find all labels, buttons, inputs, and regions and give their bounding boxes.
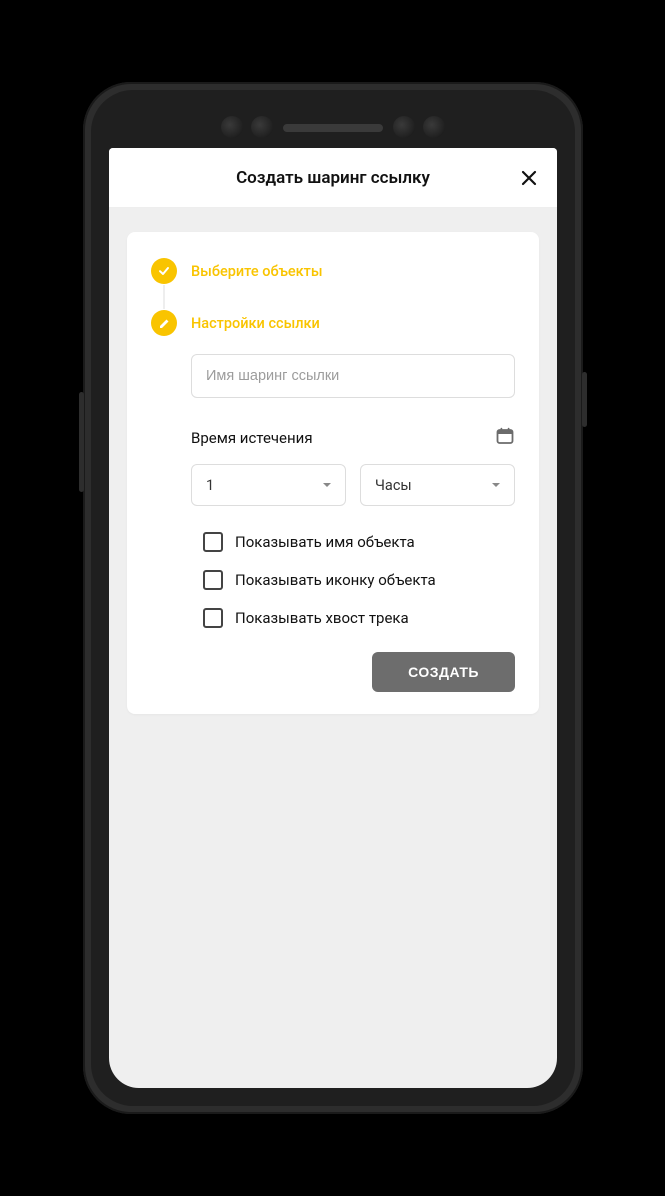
unit-select[interactable]: Часы [360, 464, 515, 506]
front-camera-icon [393, 116, 415, 138]
duration-value: 1 [206, 477, 214, 494]
step-connector [163, 285, 165, 309]
page-title: Создать шаринг ссылку [236, 168, 430, 188]
calendar-button[interactable] [495, 426, 515, 450]
checkbox-icon [203, 608, 223, 628]
calendar-icon [495, 426, 515, 446]
close-icon [521, 170, 537, 186]
unit-value: Часы [375, 477, 412, 494]
link-name-input[interactable] [191, 354, 515, 398]
form-card: Выберите объекты Настройки ссылки Время … [127, 232, 539, 714]
header: Создать шаринг ссылку [109, 148, 557, 208]
step-label: Выберите объекты [191, 263, 323, 280]
show-icon-checkbox[interactable]: Показывать иконку объекта [203, 570, 515, 590]
checkbox-label: Показывать имя объекта [235, 533, 415, 551]
chevron-down-icon [490, 479, 502, 491]
duration-select[interactable]: 1 [191, 464, 346, 506]
show-name-checkbox[interactable]: Показывать имя объекта [203, 532, 515, 552]
pencil-icon [151, 310, 177, 336]
check-icon [151, 258, 177, 284]
step-label: Настройки ссылки [191, 315, 320, 332]
expiration-selects: 1 Часы [191, 464, 515, 506]
chevron-down-icon [321, 479, 333, 491]
create-button[interactable]: СОЗДАТЬ [372, 652, 515, 692]
speaker-grille [283, 124, 383, 132]
volume-button [79, 392, 84, 492]
phone-bezel: Создать шаринг ссылку Выберите объекты [91, 90, 575, 1106]
screen: Создать шаринг ссылку Выберите объекты [109, 148, 557, 1088]
options-group: Показывать имя объекта Показывать иконку… [203, 532, 515, 628]
checkbox-label: Показывать иконку объекта [235, 571, 436, 589]
checkbox-icon [203, 532, 223, 552]
checkbox-icon [203, 570, 223, 590]
show-tail-checkbox[interactable]: Показывать хвост трека [203, 608, 515, 628]
actions-row: СОЗДАТЬ [151, 652, 515, 692]
step-select-objects[interactable]: Выберите объекты [151, 258, 515, 284]
front-camera-icon [221, 116, 243, 138]
phone-frame: Создать шаринг ссылку Выберите объекты [83, 82, 583, 1114]
checkbox-label: Показывать хвост трека [235, 609, 409, 627]
expiration-row: Время истечения [191, 426, 515, 450]
power-button [582, 372, 587, 427]
front-camera-icon [423, 116, 445, 138]
close-button[interactable] [515, 164, 543, 192]
step-link-settings[interactable]: Настройки ссылки [151, 310, 515, 336]
expiration-label: Время истечения [191, 429, 313, 447]
front-camera-icon [251, 116, 273, 138]
link-name-field [191, 354, 515, 398]
